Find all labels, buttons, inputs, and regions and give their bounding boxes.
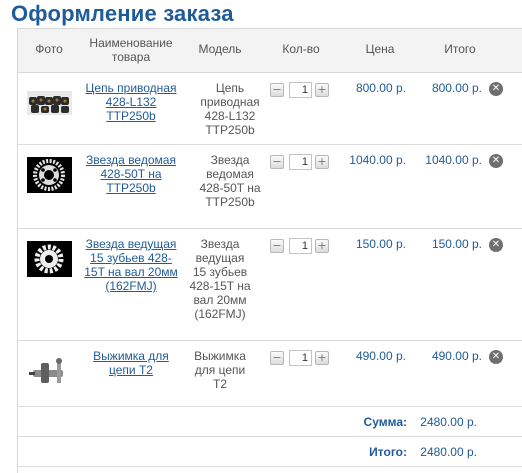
plus-icon[interactable]: + bbox=[315, 239, 329, 253]
product-name-cell: Цепь приводная 428-L132 TTP250b bbox=[80, 81, 182, 123]
product-model: Цепь приводная 428-L132 TTP250b bbox=[200, 81, 260, 137]
quantity-input[interactable] bbox=[289, 154, 312, 170]
product-price: 1040.00 р. bbox=[349, 153, 406, 167]
quantity-stepper: − + bbox=[270, 350, 332, 366]
driven-sprocket-photo[interactable] bbox=[27, 157, 72, 193]
subtotal-row: Сумма: 2480.00 р. bbox=[18, 407, 522, 437]
header-total: Итого bbox=[444, 42, 476, 56]
minus-icon[interactable]: − bbox=[270, 351, 284, 365]
table-row: Звезда ведущая 15 зубьев 428-15T на вал … bbox=[18, 229, 522, 341]
remove-icon[interactable]: ✕ bbox=[489, 350, 503, 364]
subtotal-label: Сумма: bbox=[363, 415, 407, 429]
table-row: Звезда ведомая 428-50T на TTP250b Звезда… bbox=[18, 145, 522, 229]
product-model: Выжимка для цепи T2 bbox=[194, 349, 246, 391]
plus-icon[interactable]: + bbox=[315, 351, 329, 365]
drive-sprocket-photo[interactable] bbox=[27, 241, 72, 277]
product-name-link[interactable]: Выжимка для цепи T2 bbox=[93, 349, 169, 377]
product-name-cell: Звезда ведомая 428-50T на TTP250b bbox=[80, 153, 182, 195]
header-name: Наименование товара bbox=[89, 36, 173, 64]
quantity-stepper: − + bbox=[270, 82, 332, 98]
product-price: 490.00 р. bbox=[355, 349, 406, 363]
minus-icon[interactable]: − bbox=[270, 83, 284, 97]
product-name-link[interactable]: Цепь приводная 428-L132 TTP250b bbox=[86, 81, 177, 123]
product-name-cell: Звезда ведущая 15 зубьев 428-15T на вал … bbox=[80, 237, 182, 293]
remove-icon[interactable]: ✕ bbox=[489, 154, 503, 168]
product-price: 150.00 р. bbox=[355, 237, 406, 251]
remove-icon[interactable]: ✕ bbox=[489, 238, 503, 252]
header-price: Цена bbox=[365, 42, 395, 56]
plus-icon[interactable]: + bbox=[315, 83, 329, 97]
subtotal-value: 2480.00 р. bbox=[420, 415, 477, 429]
quantity-stepper: − + bbox=[270, 238, 332, 254]
table-row: Цепь приводная 428-L132 TTP250b Цепь при… bbox=[18, 73, 522, 145]
header-qty: Кол-во bbox=[282, 42, 320, 56]
total-row: Итого: 2480.00 р. bbox=[18, 437, 522, 467]
product-total: 490.00 р. bbox=[431, 349, 482, 363]
header-model: Модель bbox=[198, 42, 242, 56]
plus-icon[interactable]: + bbox=[315, 155, 329, 169]
total-label: Итого: bbox=[369, 445, 407, 459]
product-model: Звезда ведущая 15 зубьев 428-15T на вал … bbox=[189, 237, 251, 321]
product-name-link[interactable]: Звезда ведомая 428-50T на TTP250b bbox=[86, 153, 176, 195]
product-model: Звезда ведомая 428-50T на TTP250b bbox=[199, 153, 261, 209]
quantity-input[interactable] bbox=[289, 238, 312, 254]
cart-header: Фото Наименование товара Модель Кол-во Ц… bbox=[18, 29, 522, 73]
product-name-link[interactable]: Звезда ведущая 15 зубьев 428-15T на вал … bbox=[84, 237, 178, 293]
product-name-cell: Выжимка для цепи T2 bbox=[80, 349, 182, 377]
product-total: 150.00 р. bbox=[431, 237, 482, 251]
chain-breaker-photo[interactable] bbox=[27, 355, 72, 391]
minus-icon[interactable]: − bbox=[270, 155, 284, 169]
minus-icon[interactable]: − bbox=[270, 239, 284, 253]
cart-table: Фото Наименование товара Модель Кол-во Ц… bbox=[17, 28, 522, 473]
total-value: 2480.00 р. bbox=[420, 445, 477, 459]
product-total: 1040.00 р. bbox=[425, 153, 482, 167]
quantity-stepper: − + bbox=[270, 154, 332, 170]
chain-photo[interactable] bbox=[27, 85, 72, 121]
product-total: 800.00 р. bbox=[431, 81, 482, 95]
product-price: 800.00 р. bbox=[355, 81, 406, 95]
remove-icon[interactable]: ✕ bbox=[489, 82, 503, 96]
page-title: Оформление заказа bbox=[11, 1, 234, 26]
table-row: Выжимка для цепи T2 Выжимка для цепи T2 … bbox=[18, 341, 522, 407]
quantity-input[interactable] bbox=[289, 82, 312, 98]
header-photo: Фото bbox=[35, 42, 63, 56]
quantity-input[interactable] bbox=[289, 350, 312, 366]
